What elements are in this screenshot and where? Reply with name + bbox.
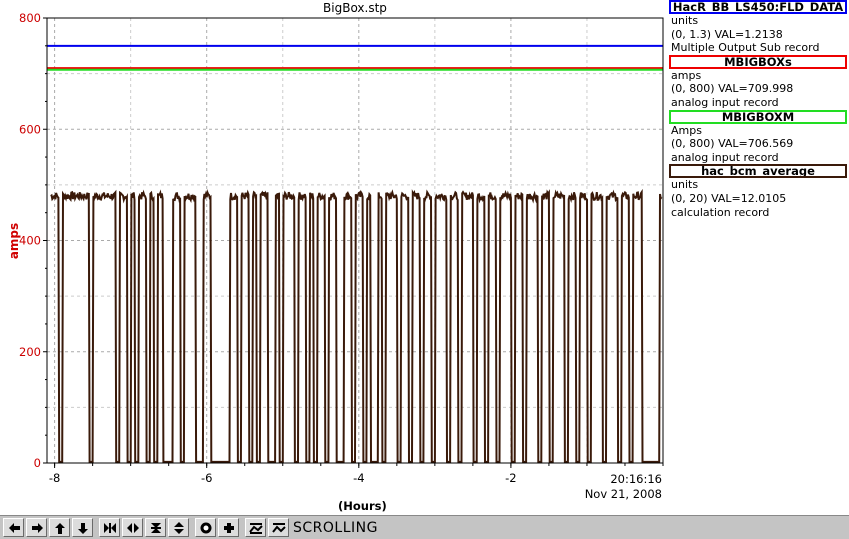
plus-icon: [223, 522, 234, 533]
y-tick-label: 200: [19, 345, 41, 359]
legend-entry-units: units: [671, 14, 699, 27]
legend-entry-range-val: (0, 1.3) VAL=1.2138: [671, 27, 783, 41]
series-group: [47, 44, 663, 463]
scroll-up-button[interactable]: [49, 518, 70, 537]
legend-panel: HacR_BB_LS450:FLD_DATA units (0, 1.3) VAL=…: [669, 0, 849, 219]
y-tick-label: 800: [19, 11, 41, 25]
x-tick-label: -2: [505, 471, 516, 485]
zoom-in-vertical-button[interactable]: [145, 518, 166, 537]
legend-entry[interactable]: MBIGBOXM Amps (0, 800) VAL=706.569 analog i…: [669, 109, 849, 165]
legend-entry-record: analog input record: [671, 95, 779, 109]
y-tick-label: 0: [34, 456, 41, 470]
scroll-left-icon: [8, 522, 20, 533]
legend-entry-units: Amps: [671, 123, 702, 137]
scroll-right-button[interactable]: [26, 518, 47, 537]
zoom-out-horizontal-icon: [126, 522, 139, 533]
legend-entry-record: Multiple Output Sub record: [671, 41, 820, 55]
scroll-left-button[interactable]: [3, 518, 24, 537]
end-time: 20:16:16: [610, 472, 662, 486]
zoom-in-horizontal-button[interactable]: [99, 518, 120, 537]
plot-title: BigBox.stp: [323, 1, 387, 15]
record-button[interactable]: [195, 518, 216, 537]
legend-entry[interactable]: hac_bcm_average units (0, 20) VAL=12.0105 c…: [669, 164, 849, 219]
legend-entry-record: calculation record: [671, 205, 770, 219]
legend-entry-range-val: (0, 800) VAL=709.998: [671, 82, 794, 96]
scroll-toggle-icon: [271, 522, 286, 533]
legend-entry-name[interactable]: hac_bcm_average: [669, 164, 847, 179]
scroll-right-icon: [31, 522, 43, 533]
status-label: SCROLLING: [293, 519, 378, 536]
legend-entry-name[interactable]: MBIGBOXM: [669, 109, 847, 124]
zoom-in-vertical-icon: [150, 522, 161, 533]
legend-entry[interactable]: HacR_BB_LS450:FLD_DATA units (0, 1.3) VAL=…: [669, 0, 849, 55]
legend-entry-record: analog input record: [671, 150, 779, 164]
autoscale-icon: [248, 522, 263, 534]
y-tick-label: 600: [19, 122, 41, 136]
legend-entry-range-val: (0, 800) VAL=706.569: [671, 137, 794, 151]
zoom-out-horizontal-button[interactable]: [122, 518, 143, 537]
x-tick-label: -6: [201, 471, 212, 485]
x-tick-label: -4: [353, 471, 364, 485]
series-line: [50, 188, 663, 463]
autoscale-button[interactable]: [245, 518, 266, 537]
x-tick-label: -8: [49, 471, 60, 485]
zoom-out-vertical-button[interactable]: [168, 518, 189, 537]
end-date: Nov 21, 2008: [584, 487, 662, 501]
scroll-toggle-button[interactable]: [268, 518, 289, 537]
zoom-in-horizontal-icon: [103, 522, 116, 533]
y-tick-label: 400: [19, 234, 41, 248]
legend-entry[interactable]: MBIGBOXs amps (0, 800) VAL=709.998 analog i…: [669, 54, 849, 110]
end-timestamp: 20:16:16 Nov 21, 2008: [585, 472, 662, 502]
legend-entry-range-val: (0, 20) VAL=12.0105: [671, 191, 787, 205]
legend-entry-name[interactable]: MBIGBOXs: [669, 54, 847, 69]
toolbar: SCROLLING: [0, 515, 849, 539]
legend-entry-units: units: [671, 178, 699, 192]
legend-entry-units: amps: [671, 68, 702, 82]
plus-button[interactable]: [218, 518, 239, 537]
scroll-down-icon: [77, 522, 88, 534]
zoom-out-vertical-icon: [173, 521, 184, 534]
scroll-down-button[interactable]: [72, 518, 93, 537]
scroll-up-icon: [54, 522, 65, 534]
legend-entry-name[interactable]: HacR_BB_LS450:FLD_DATA: [669, 0, 847, 14]
record-icon: [200, 522, 211, 533]
x-axis-label: (Hours): [338, 499, 387, 513]
y-axis-label: amps: [7, 222, 21, 260]
